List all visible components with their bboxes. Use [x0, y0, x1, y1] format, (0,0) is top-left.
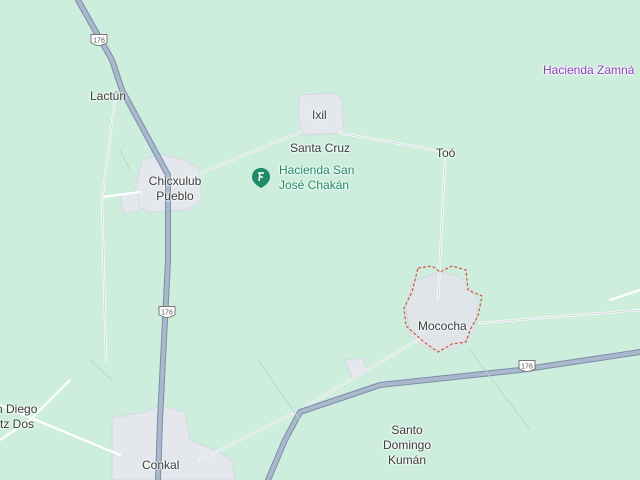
place-label-lactun[interactable]: Lactún [90, 89, 126, 104]
place-label-line: Chicxulub [148, 174, 202, 188]
route-shield-label: 176 [521, 363, 533, 371]
route-shield-label: 176 [161, 309, 173, 317]
place-label-chicxulub-pueblo[interactable]: Chicxulub Pueblo [149, 174, 202, 204]
town-area-small-1 [344, 357, 369, 379]
route-shield-icon: 176 [518, 360, 536, 375]
place-label-too[interactable]: Toó [436, 146, 455, 161]
route-shield-icon: 176 [90, 34, 108, 49]
place-label-line: Santo [391, 423, 423, 437]
road-too-northeast [608, 288, 640, 302]
map-canvas[interactable]: 176 176 176 Lactún Ixil Santa Cruz Toó C… [0, 0, 640, 480]
place-label-line: Pueblo [156, 189, 194, 203]
hacienda-icon[interactable] [251, 167, 271, 189]
place-label-line: n Diego [0, 402, 38, 416]
place-label-line: tz Dos [0, 417, 35, 431]
place-label-ixil[interactable]: Ixil [312, 108, 327, 123]
place-label-line: Domingo [382, 438, 432, 452]
place-label-santo-domingo-kuman[interactable]: Santo Domingo Kumán [383, 423, 431, 468]
place-label-conkal[interactable]: Conkal [142, 458, 179, 473]
road-lactun-south [100, 98, 117, 362]
route-shield-icon: 176 [158, 306, 176, 321]
place-label-santa-cruz[interactable]: Santa Cruz [290, 141, 350, 156]
poi-label-hacienda-zamna[interactable]: Hacienda Zamná [543, 63, 634, 78]
minor-road-outlines [101, 99, 640, 461]
place-label-line: Kumán [387, 453, 427, 467]
place-label-mococha[interactable]: Mococha [418, 319, 467, 334]
poi-label-line: Hacienda San [279, 163, 355, 177]
poi-label-hacienda-san-jose-chakan[interactable]: Hacienda San José Chakán [279, 163, 354, 193]
route-shield-label: 176 [93, 37, 105, 45]
poi-label-line: José Chakán [279, 178, 350, 192]
place-label-san-diego-tzitz-dos[interactable]: n Diego tz Dos [0, 402, 37, 432]
highway-176-east-outline [265, 349, 640, 480]
highway-176-east [266, 350, 640, 480]
